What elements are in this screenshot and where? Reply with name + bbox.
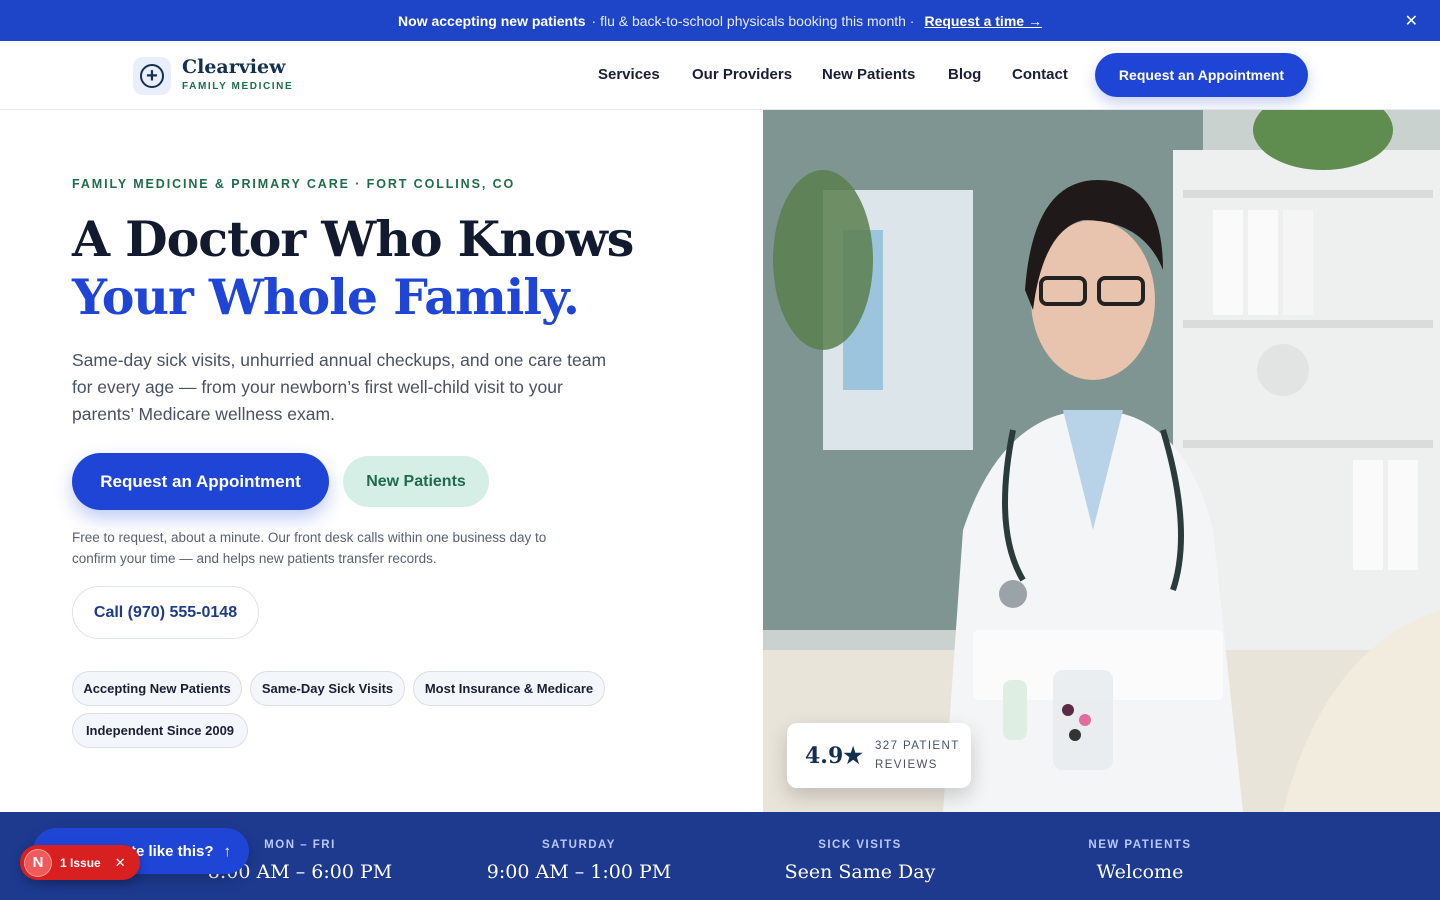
- rating-card: 4.9★ 327 PATIENT REVIEWS: [787, 723, 971, 788]
- new-patients-button[interactable]: New Patients: [343, 456, 489, 507]
- close-icon[interactable]: ✕: [115, 855, 126, 871]
- hours-saturday: SATURDAY 9:00 AM – 1:00 PM: [449, 812, 709, 900]
- hero-title: A Doctor Who Knows Your Whole Family.: [72, 210, 634, 326]
- hours-label: SICK VISITS: [818, 839, 902, 851]
- request-appointment-button[interactable]: Request an Appointment: [72, 453, 329, 510]
- chip-same-day-sick-visits: Same-Day Sick Visits: [250, 671, 405, 706]
- issue-logo: N: [24, 848, 52, 877]
- arrow-up-icon: ↑: [223, 842, 232, 860]
- hero-title-line1: A Doctor Who Knows: [72, 210, 634, 268]
- brand-subtitle: FAMILY MEDICINE: [182, 81, 294, 92]
- issue-badge[interactable]: N 1 Issue ✕: [20, 845, 140, 880]
- issue-text: 1 Issue: [60, 855, 101, 870]
- site-header: + Clearview FAMILY MEDICINE Services Our…: [0, 41, 1440, 110]
- chip-accepting-new-patients: Accepting New Patients: [72, 671, 242, 706]
- hours-value: Welcome: [1096, 861, 1184, 883]
- hero-eyebrow: FAMILY MEDICINE & PRIMARY CARE · FORT CO…: [72, 177, 516, 191]
- nav-contact[interactable]: Contact: [1012, 66, 1068, 83]
- announcement-bar: Now accepting new patients · flu & back-…: [0, 0, 1440, 41]
- hours-sick-visits: SICK VISITS Seen Same Day: [730, 812, 990, 900]
- hours-new-patients: NEW PATIENTS Welcome: [1010, 812, 1270, 900]
- announcement-text: · flu & back-to-school physicals booking…: [591, 12, 915, 29]
- feedback-pill-text: te like this?: [130, 842, 214, 860]
- nav-services[interactable]: Services: [598, 66, 660, 83]
- hours-label: SATURDAY: [542, 839, 616, 851]
- doctor-illustration: [763, 110, 1440, 812]
- rating-label: 327 PATIENT REVIEWS: [875, 739, 960, 771]
- rating-score: 4.9★: [805, 742, 863, 769]
- hours-value: 9:00 AM – 1:00 PM: [486, 861, 672, 883]
- hero-title-line2: Your Whole Family.: [72, 268, 580, 326]
- chip-insurance-medicare: Most Insurance & Medicare: [413, 671, 605, 706]
- nav-blog[interactable]: Blog: [948, 66, 981, 83]
- nav-our-providers[interactable]: Our Providers: [692, 66, 792, 83]
- header-appointment-button[interactable]: Request an Appointment: [1095, 53, 1308, 97]
- hero-doctor-photo: [763, 110, 1440, 812]
- hours-label: NEW PATIENTS: [1088, 839, 1192, 851]
- plus-circle-icon[interactable]: +: [133, 57, 171, 95]
- hours-value: Seen Same Day: [784, 861, 936, 883]
- close-icon[interactable]: ✕: [1405, 11, 1418, 31]
- hero-lede: Same-day sick visits, unhurried annual c…: [72, 350, 607, 424]
- chip-independent-since: Independent Since 2009: [72, 713, 248, 748]
- call-button[interactable]: Call (970) 555-0148: [72, 586, 259, 639]
- hero-fineprint: Free to request, about a minute. Our fro…: [72, 530, 547, 566]
- announcement-link[interactable]: Request a time →: [924, 13, 1041, 29]
- brand-name[interactable]: Clearview: [182, 56, 285, 78]
- announcement-bold: Now accepting new patients: [398, 12, 586, 29]
- nav-new-patients[interactable]: New Patients: [822, 66, 915, 83]
